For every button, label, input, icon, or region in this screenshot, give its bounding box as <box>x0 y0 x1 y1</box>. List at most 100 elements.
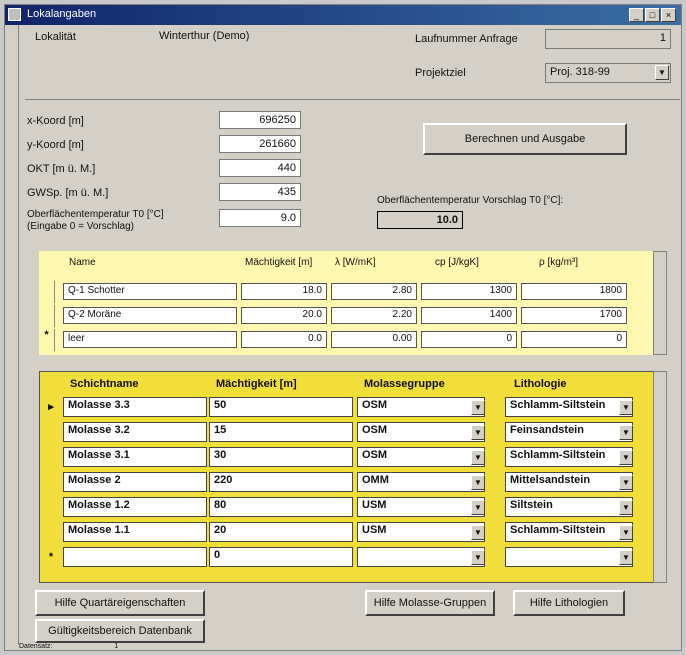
table-cell-lambda[interactable]: 0.00 <box>331 331 417 348</box>
table-cell-maechtigkeit[interactable]: 220 <box>209 472 353 492</box>
chevron-down-icon[interactable]: ▼ <box>619 400 633 415</box>
system-menu-icon[interactable] <box>8 8 21 21</box>
lokalitaet-field[interactable]: Winterthur (Demo) <box>155 28 335 48</box>
maximize-button[interactable]: □ <box>645 8 660 22</box>
col-header-schichtname: Schichtname <box>70 378 139 390</box>
okt-field[interactable]: 440 <box>219 159 301 177</box>
table-cell-maechtigkeit[interactable]: 20 <box>209 522 353 542</box>
table-cell-molassegruppe[interactable]: OSM <box>357 422 485 442</box>
table-cell-name[interactable]: leer <box>63 331 237 348</box>
table-cell-molassegruppe[interactable] <box>357 547 485 567</box>
row-selector[interactable] <box>43 472 59 495</box>
y-koord-field[interactable]: 261660 <box>219 135 301 153</box>
row-selector[interactable] <box>39 305 55 327</box>
chevron-down-icon[interactable]: ▼ <box>471 475 485 490</box>
table-cell-maechtigkeit[interactable]: 50 <box>209 397 353 417</box>
chevron-down-icon[interactable]: ▼ <box>619 500 633 515</box>
gwsp-label: GWSp. [m ü. M.] <box>27 187 109 199</box>
table-cell-lithologie[interactable]: Schlamm-Siltstein <box>505 397 633 417</box>
hilfe-molasse-button[interactable]: Hilfe Molasse-Gruppen <box>365 590 495 616</box>
chevron-down-icon[interactable]: ▼ <box>471 500 485 515</box>
table-cell-rho[interactable]: 1700 <box>521 307 627 324</box>
chevron-down-icon[interactable]: ▼ <box>471 550 485 565</box>
table-cell-schichtname[interactable]: Molasse 2 <box>63 472 207 492</box>
berechnen-button[interactable]: Berechnen und Ausgabe <box>423 123 627 155</box>
table-cell-lithologie[interactable]: Siltstein <box>505 497 633 517</box>
table-cell-schichtname[interactable]: Molasse 3.3 <box>63 397 207 417</box>
table-cell-maechtigkeit[interactable]: 20.0 <box>241 307 327 324</box>
title-bar: Lokalangaben _ □ × <box>5 5 681 25</box>
table-cell-lambda[interactable]: 2.80 <box>331 283 417 300</box>
table-cell-lambda[interactable]: 2.20 <box>331 307 417 324</box>
hilfe-quartaer-button[interactable]: Hilfe Quartäreigenschaften <box>35 590 205 616</box>
row-selector[interactable] <box>43 522 59 545</box>
col-header-maechtigkeit: Mächtigkeit [m] <box>216 378 297 390</box>
row-selector[interactable] <box>43 497 59 520</box>
table-cell-cp[interactable]: 1300 <box>421 283 517 300</box>
minimize-button[interactable]: _ <box>629 8 644 22</box>
window-title: Lokalangaben <box>27 8 97 20</box>
projektziel-select[interactable]: Proj. 318-99 <box>545 63 671 83</box>
table-cell-lithologie[interactable] <box>505 547 633 567</box>
quartaer-grid: Name Mächtigkeit [m] λ [W/mK] cp [J/kgK]… <box>39 251 655 355</box>
chevron-down-icon[interactable]: ▼ <box>655 65 669 80</box>
table-cell-schichtname[interactable] <box>63 547 207 567</box>
hilfe-lithologien-button[interactable]: Hilfe Lithologien <box>513 590 625 616</box>
record-navigator[interactable]: Datensatz: 1 <box>19 643 679 651</box>
table-cell-maechtigkeit[interactable]: 0 <box>209 547 353 567</box>
table-cell-molassegruppe[interactable]: OMM <box>357 472 485 492</box>
table-cell-maechtigkeit[interactable]: 0.0 <box>241 331 327 348</box>
table-cell-molassegruppe[interactable]: OSM <box>357 447 485 467</box>
table-cell-name[interactable]: Q-2 Moräne <box>63 307 237 324</box>
main-window: Lokalangaben _ □ × Lokalität Winterthur … <box>4 4 682 651</box>
table-cell-maechtigkeit[interactable]: 30 <box>209 447 353 467</box>
table-cell-molassegruppe[interactable]: USM <box>357 497 485 517</box>
table-cell-name[interactable]: Q-1 Schotter <box>63 283 237 300</box>
laufnummer-field: 1 <box>545 29 671 49</box>
chevron-down-icon[interactable]: ▼ <box>619 425 633 440</box>
molasse-scrollbar[interactable] <box>653 371 667 583</box>
chevron-down-icon[interactable]: ▼ <box>471 400 485 415</box>
projektziel-label: Projektziel <box>415 67 466 79</box>
table-cell-schichtname[interactable]: Molasse 3.2 <box>63 422 207 442</box>
col-header-name: Name <box>69 257 96 268</box>
table-cell-molassegruppe[interactable]: OSM <box>357 397 485 417</box>
chevron-down-icon[interactable]: ▼ <box>471 450 485 465</box>
t0-suggest-label: Oberflächentemperatur Vorschlag T0 [°C]: <box>377 195 564 206</box>
row-selector[interactable]: ▸ <box>43 397 59 420</box>
divider <box>25 99 680 100</box>
table-cell-lithologie[interactable]: Mittelsandstein <box>505 472 633 492</box>
table-cell-maechtigkeit[interactable]: 80 <box>209 497 353 517</box>
chevron-down-icon[interactable]: ▼ <box>619 450 633 465</box>
table-cell-cp[interactable]: 1400 <box>421 307 517 324</box>
chevron-down-icon[interactable]: ▼ <box>471 425 485 440</box>
table-cell-lithologie[interactable]: Schlamm-Siltstein <box>505 447 633 467</box>
table-cell-schichtname[interactable]: Molasse 1.1 <box>63 522 207 542</box>
table-cell-lithologie[interactable]: Schlamm-Siltstein <box>505 522 633 542</box>
close-button[interactable]: × <box>661 8 676 22</box>
table-cell-schichtname[interactable]: Molasse 3.1 <box>63 447 207 467</box>
table-cell-maechtigkeit[interactable]: 15 <box>209 422 353 442</box>
table-cell-maechtigkeit[interactable]: 18.0 <box>241 283 327 300</box>
x-koord-field[interactable]: 696250 <box>219 111 301 129</box>
x-koord-label: x-Koord [m] <box>27 115 84 127</box>
row-selector[interactable]: * <box>43 547 59 570</box>
chevron-down-icon[interactable]: ▼ <box>471 525 485 540</box>
row-selector[interactable] <box>39 281 55 303</box>
chevron-down-icon[interactable]: ▼ <box>619 475 633 490</box>
new-row-selector[interactable]: * <box>39 329 55 351</box>
row-selector[interactable] <box>43 447 59 470</box>
table-cell-rho[interactable]: 1800 <box>521 283 627 300</box>
chevron-down-icon[interactable]: ▼ <box>619 550 633 565</box>
table-cell-cp[interactable]: 0 <box>421 331 517 348</box>
table-cell-rho[interactable]: 0 <box>521 331 627 348</box>
quartaer-scrollbar[interactable] <box>653 251 667 355</box>
t0-field[interactable]: 9.0 <box>219 209 301 227</box>
table-cell-lithologie[interactable]: Feinsandstein <box>505 422 633 442</box>
table-cell-molassegruppe[interactable]: USM <box>357 522 485 542</box>
chevron-down-icon[interactable]: ▼ <box>619 525 633 540</box>
gwsp-field[interactable]: 435 <box>219 183 301 201</box>
table-cell-schichtname[interactable]: Molasse 1.2 <box>63 497 207 517</box>
gueltigkeit-button[interactable]: Gültigkeitsbereich Datenbank <box>35 619 205 643</box>
row-selector[interactable] <box>43 422 59 445</box>
